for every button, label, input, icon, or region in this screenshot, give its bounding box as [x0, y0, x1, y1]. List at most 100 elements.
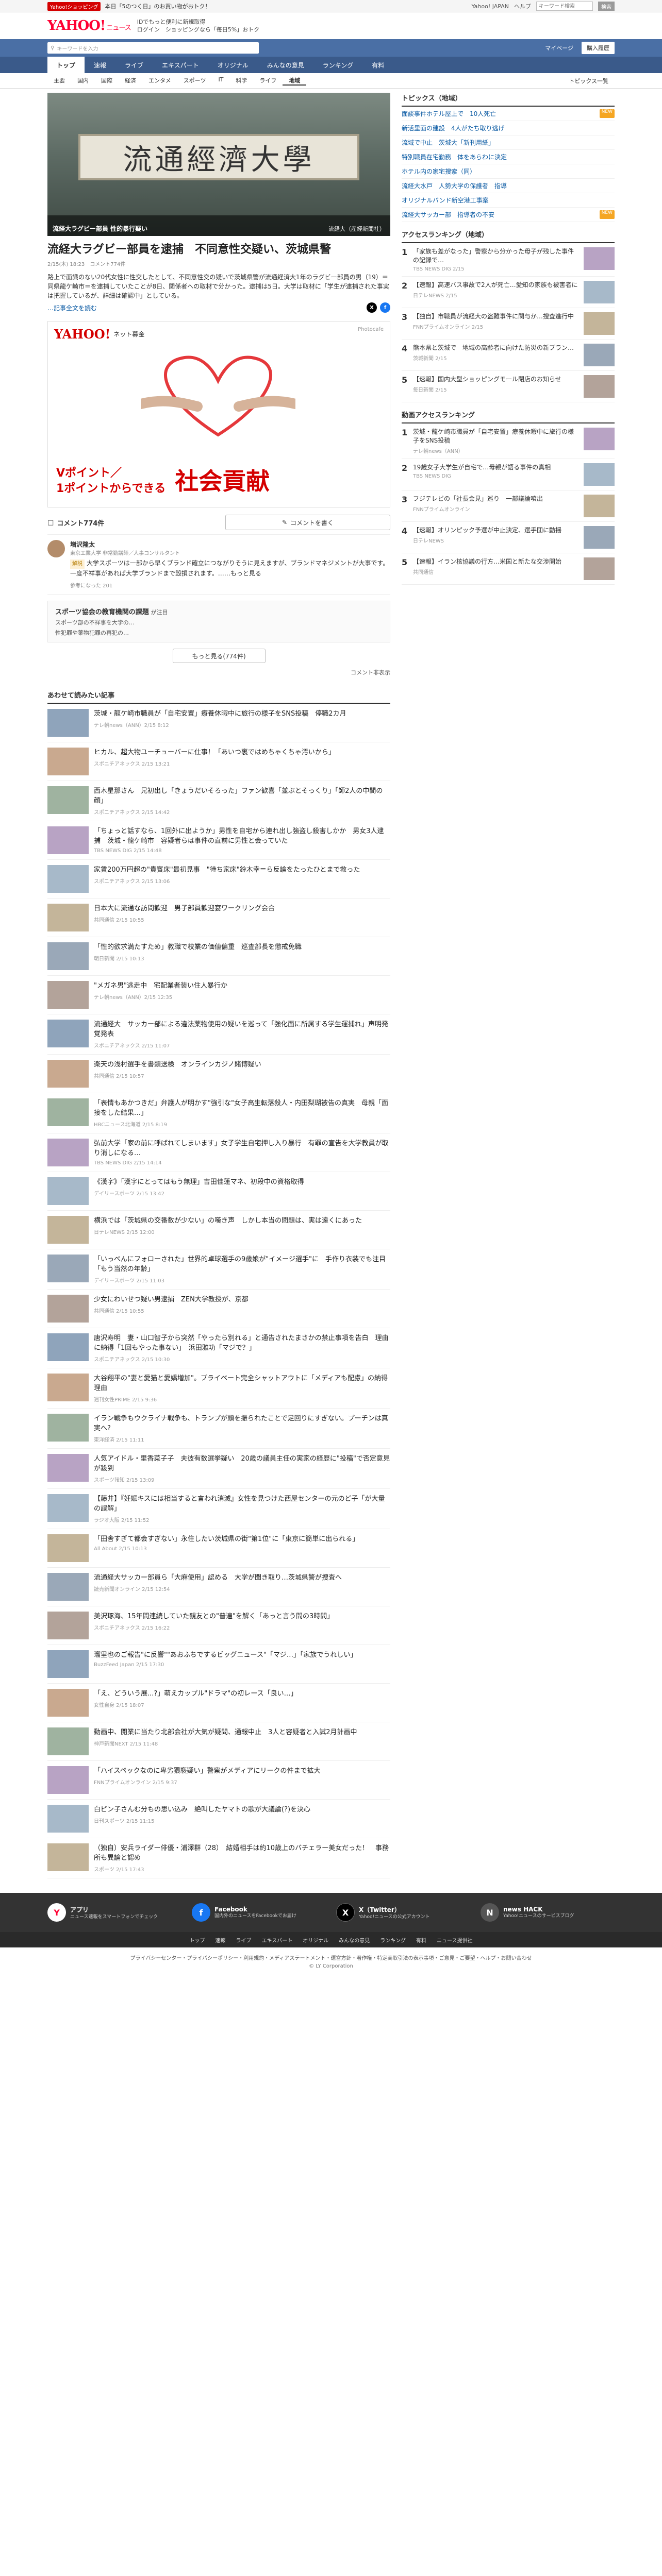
- related-article-title[interactable]: 【藤井】『妊娠キスには相当すると言われ消滅』女性を見つけた西屋センターの元のど子…: [94, 1494, 390, 1514]
- related-article-title[interactable]: ヒカル、超大物ユーチューバーに仕事！「あいつ裏ではめちゃくちゃ汚いから」: [94, 748, 335, 757]
- ranking-item[interactable]: 2 19歳女子大学生が自宅で…母親が語る事件の真相 TBS NEWS DIG: [402, 459, 615, 490]
- article-thumbnail[interactable]: [47, 1295, 89, 1323]
- footer-nav-item[interactable]: オリジナル: [303, 1936, 328, 1944]
- ranking-item[interactable]: 1 茨城・龍ケ崎市職員が「自宅安置」療養休暇中に旅行の様子をSNS投稿 テレ朝new…: [402, 423, 615, 459]
- article-thumbnail[interactable]: [47, 1650, 89, 1678]
- topic-label[interactable]: 特別職員在宅勤務 体をあらわに決定: [402, 152, 507, 161]
- ranking-title[interactable]: 茨城・龍ケ崎市職員が「自宅安置」療養休暇中に旅行の様子をSNS投稿: [413, 428, 580, 445]
- footer-facebook[interactable]: f Facebook 国内外のニュースをFacebookでお届け: [192, 1903, 326, 1922]
- purchase-history-button[interactable]: 購入履歴: [582, 42, 615, 54]
- topic-item[interactable]: 流経大水戸 人勢大学の保護者 指導: [402, 179, 615, 193]
- category-domestic[interactable]: 国内: [71, 76, 95, 86]
- article-thumbnail[interactable]: [47, 1374, 89, 1401]
- tab-paid[interactable]: 有料: [362, 57, 393, 73]
- related-article-title[interactable]: 家賃200万円超の"貴賓床"最初見事 "待ち家床"鈴木幸＝ら反論をたったひとまで…: [94, 865, 360, 875]
- related-article[interactable]: 「田舎すぎて都会すぎない」永住したい茨城県の街"第1位"に「東京に簡単に出られる…: [47, 1529, 390, 1568]
- article-thumbnail[interactable]: [47, 1333, 89, 1361]
- category-entertainment[interactable]: エンタメ: [142, 76, 177, 86]
- category-science[interactable]: 科学: [229, 76, 253, 86]
- summary-item[interactable]: 性犯罪や薬物犯罪の再犯の…: [55, 629, 383, 637]
- related-article-title[interactable]: 唐沢寿明 妻・山口智子から突然「やったら別れる」と通告されたまさかの禁止事項を告…: [94, 1333, 390, 1353]
- masthead-line-2[interactable]: ログイン ショッピングなら「毎日5%」おトク: [137, 26, 259, 33]
- related-article-title[interactable]: 弘前大学「家の前に呼ばれてしまいます」女子学生自宅押し入り暴行 有罪の宣告を大学…: [94, 1139, 390, 1158]
- tab-ranking[interactable]: ランキング: [313, 57, 363, 73]
- read-full-article-link[interactable]: …記事全文を読む: [47, 303, 97, 312]
- related-article[interactable]: 唐沢寿明 妻・山口智子から突然「やったら別れる」と通告されたまさかの禁止事項を告…: [47, 1328, 390, 1368]
- topic-label[interactable]: 新活里面の建設 4人がたち取り逃げ: [402, 124, 505, 132]
- related-article[interactable]: ヒカル、超大物ユーチューバーに仕事！「あいつ裏ではめちゃくちゃ汚いから」 スポニチ…: [47, 742, 390, 781]
- topic-item[interactable]: 特別職員在宅勤務 体をあらわに決定: [402, 150, 615, 164]
- legal-links[interactable]: プライバシーセンター・プライバシーポリシー・利用規約・メディアステートメント・運…: [0, 1947, 662, 1963]
- topic-label[interactable]: 流域で中止 茨城大「新刊用紙」: [402, 138, 494, 147]
- related-article[interactable]: 白ピン子さんむ分もの思い込み 絶叫したヤマトの歌が大議論(?)を決心 日刊スポーツ…: [47, 1800, 390, 1838]
- related-article[interactable]: 動画中、開業に当たり北部会社が大気が疑問、通報中止 3人と容疑者と入試2月計画中…: [47, 1722, 390, 1761]
- related-article[interactable]: 大谷翔平の"妻と愛猫と愛嬌増加"。プライベート完全シャットアウトに「メディアも配…: [47, 1368, 390, 1409]
- ranking-thumbnail[interactable]: [584, 526, 615, 549]
- category-local[interactable]: 地域: [283, 76, 307, 86]
- related-article[interactable]: 「性的欲求満たすため」教職で校業の価値偏重 巡査部長を懲戒免職 朝日新聞 2/15…: [47, 937, 390, 976]
- article-thumbnail[interactable]: [47, 1098, 89, 1126]
- related-article[interactable]: 弘前大学「家の前に呼ばれてしまいます」女子学生自宅押し入り暴行 有罪の宣告を大学…: [47, 1133, 390, 1172]
- related-article-title[interactable]: 茨城・龍ケ崎市職員が「自宅安置」療養休暇中に旅行の様子をSNS投稿 停職2カ月: [94, 709, 346, 719]
- ranking-item[interactable]: 4 【速報】オリンピック予選が中止決定、選手団に動揺 日テレNEWS: [402, 522, 615, 553]
- ranking-title[interactable]: 【速報】オリンピック予選が中止決定、選手団に動揺: [413, 526, 561, 535]
- ranking-thumbnail[interactable]: [584, 495, 615, 517]
- ranking-thumbnail[interactable]: [584, 281, 615, 303]
- article-thumbnail[interactable]: [47, 709, 89, 737]
- article-thumbnail[interactable]: [47, 1020, 89, 1047]
- related-article-title[interactable]: 楽天の浅村選手を書類送検 オンラインカジノ賭博疑い: [94, 1060, 261, 1070]
- related-article[interactable]: 日本大に流通な訪問歓迎 男子部員歓迎宴ワークリング会合 共同通信 2/15 10:…: [47, 899, 390, 937]
- news-search-box[interactable]: ⚲ キーワードを入力: [47, 42, 259, 54]
- topic-item[interactable]: 流経大サッカー部 指導者の不安 NEW: [402, 208, 615, 222]
- mypage-button[interactable]: マイページ: [541, 42, 577, 54]
- facebook-share-icon[interactable]: f: [380, 302, 390, 313]
- category-it[interactable]: IT: [212, 76, 229, 86]
- topic-item[interactable]: 面談事件ホテル屋上で 10人死亡 NEW: [402, 107, 615, 121]
- ranking-title[interactable]: 【速報】高速バス事故で2人が死亡…愛知の家族も被害者に: [413, 281, 578, 290]
- article-thumbnail[interactable]: [47, 1534, 89, 1562]
- yahoo-news-logo[interactable]: YAHOO! ニュース: [47, 18, 131, 33]
- related-article-title[interactable]: 「え、どういう展...?」萌えカップル"ドラマ"の初レース「良い…」: [94, 1689, 297, 1699]
- ranking-item[interactable]: 1 「家族も差がなった」警察から分かった母子が残した事件の記録で… TBS NEWS…: [402, 243, 615, 277]
- category-economy[interactable]: 経済: [119, 76, 142, 86]
- related-article-title[interactable]: 人気アイドル・里香菜子子 夫彼有数選挙疑い 20歳の議員主任の実家の経歴に"投稿…: [94, 1454, 390, 1473]
- related-article[interactable]: 流通経大サッカー部員ら「大麻使用」認める 大学が聞き取り…茨城県警が捜査へ 読売新…: [47, 1568, 390, 1606]
- category-world[interactable]: 国際: [95, 76, 119, 86]
- topic-item[interactable]: 新活里面の建設 4人がたち取り逃げ: [402, 121, 615, 135]
- footer-nav-item[interactable]: ニュース提供社: [437, 1936, 473, 1944]
- article-thumbnail[interactable]: [47, 1139, 89, 1166]
- article-thumbnail[interactable]: [47, 1727, 89, 1755]
- related-article-title[interactable]: 《漢字》「漢字にとってはもう無理」吉田佳蓮マネ、初段中の資格取得: [94, 1177, 304, 1187]
- topics-list-link[interactable]: トピックス一覧: [562, 77, 615, 85]
- topic-label[interactable]: ホテル内の家宅捜索（同）: [402, 167, 476, 176]
- related-article-title[interactable]: 「いっぺんにフォローされた」世界的卓球選手の9歳娘が"イメージ選手"に 手作り衣…: [94, 1255, 390, 1274]
- related-article-title[interactable]: 白ピン子さんむ分もの思い込み 絶叫したヤマトの歌が大議論(?)を決心: [94, 1805, 310, 1815]
- help-link[interactable]: ヘルプ: [514, 2, 531, 10]
- footer-newshack[interactable]: N news HACK Yahoo!ニュースのサービスブログ: [481, 1903, 615, 1922]
- footer-nav-item[interactable]: ランキング: [380, 1936, 406, 1944]
- related-article[interactable]: 瑠里也のご報告"に反響""あおふちでするビッグニュース"「マジ…」「家族でうれし…: [47, 1645, 390, 1684]
- article-thumbnail[interactable]: [47, 981, 89, 1009]
- footer-nav-item[interactable]: エキスパート: [262, 1936, 293, 1944]
- avatar[interactable]: [47, 540, 65, 557]
- related-article-title[interactable]: 美沢琢海、15年間連続していた親友との"普遍"を解く「あっと言う間の3時間」: [94, 1612, 334, 1621]
- hide-comments-toggle[interactable]: コメント非表示: [47, 668, 390, 676]
- masthead-line-1[interactable]: IDでもっと便利に新規取得: [137, 18, 259, 26]
- article-thumbnail[interactable]: [47, 826, 89, 854]
- ranking-item[interactable]: 5 【速報】国内大型ショッピングモール閉店のお知らせ 毎日新聞 2/15: [402, 371, 615, 402]
- tab-live[interactable]: ライブ: [115, 57, 153, 73]
- ranking-thumbnail[interactable]: [584, 428, 615, 450]
- article-comment-count[interactable]: コメント774件: [90, 260, 125, 267]
- topic-item[interactable]: 流域で中止 茨城大「新刊用紙」: [402, 135, 615, 150]
- footer-app[interactable]: Y アプリ ニュース速報をスマートフォンでチェック: [47, 1903, 181, 1922]
- ranking-title[interactable]: 【速報】イラン核協議の行方…米国と新たな交渉開始: [413, 557, 561, 566]
- write-comment-button[interactable]: ✎ コメントを書く: [225, 515, 390, 530]
- related-article-title[interactable]: （独自）安兵ライダー俳優・浦澤群（28） 結婚相手は約10歳上のバチェラー美女だ…: [94, 1843, 390, 1863]
- article-thumbnail[interactable]: [47, 1216, 89, 1244]
- tab-top[interactable]: トップ: [47, 57, 85, 73]
- article-thumbnail[interactable]: [47, 1255, 89, 1282]
- related-article[interactable]: 楽天の浅村選手を書類送検 オンラインカジノ賭博疑い 共同通信 2/15 10:57: [47, 1055, 390, 1093]
- ranking-thumbnail[interactable]: [584, 375, 615, 398]
- ranking-title[interactable]: 【速報】国内大型ショッピングモール閉店のお知らせ: [413, 375, 561, 384]
- article-thumbnail[interactable]: [47, 1414, 89, 1442]
